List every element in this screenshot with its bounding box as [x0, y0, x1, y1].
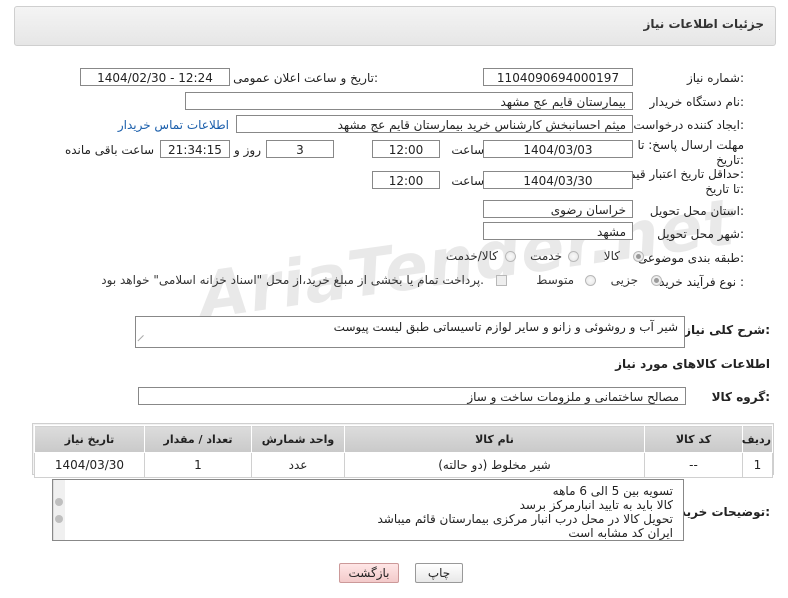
scroll-up-icon[interactable]	[55, 498, 63, 506]
validity-date-field[interactable]: 1404/03/30	[483, 171, 633, 189]
goods-table-frame: ردیف کد کالا نام کالا واحد شمارش تعداد /…	[32, 423, 774, 478]
cell-goods-name: شیر مخلوط (دو حالته)	[344, 452, 645, 478]
cell-quantity: 1	[144, 452, 252, 478]
need-number-label: شماره نیاز:	[686, 71, 744, 85]
creator-field[interactable]: میثم احسانبخش کارشناس خرید بیمارستان قای…	[236, 115, 633, 133]
validity-time-field[interactable]: 12:00	[372, 171, 440, 189]
col-goods-code: کد کالا	[644, 425, 743, 453]
category-label: طبقه بندی موضوعی:	[637, 251, 744, 265]
summary-text: شیر آب و روشوئی و زانو و سایر لوازم تاسی…	[333, 320, 678, 334]
note-line: کالا باید به تایید انبارمرکز برسد	[519, 498, 673, 512]
announce-field[interactable]: 1404/02/30 - 12:24	[80, 68, 230, 86]
need-number-field[interactable]: 1104090694000197	[483, 68, 633, 86]
category-option-service: خدمت	[530, 249, 562, 263]
validity-label-date: تا تاریخ:	[705, 182, 744, 196]
goods-table: ردیف کد کالا نام کالا واحد شمارش تعداد /…	[34, 425, 773, 478]
print-button[interactable]: چاپ	[415, 563, 463, 583]
summary-label: شرح کلی نیاز:	[684, 323, 770, 337]
category-radio-goods[interactable]	[633, 251, 644, 262]
province-field[interactable]: خراسان رضوی	[483, 200, 633, 218]
days-field[interactable]: 3	[266, 140, 334, 158]
cell-unit: عدد	[251, 452, 345, 478]
col-row-number: ردیف	[742, 425, 773, 453]
validity-time-label: ساعت	[451, 174, 484, 188]
goods-table-header: ردیف کد کالا نام کالا واحد شمارش تعداد /…	[34, 425, 773, 453]
cell-row-number: 1	[742, 452, 773, 478]
resize-handle-icon[interactable]	[137, 334, 150, 348]
category-radio-both[interactable]	[505, 251, 516, 262]
cell-need-date: 1404/03/30	[34, 452, 145, 478]
validity-label: حداقل تاریخ اعتبار قیمت:	[617, 167, 744, 181]
buyer-org-label: نام دستگاه خریدار:	[649, 95, 745, 109]
category-option-both: کالا/خدمت	[445, 249, 498, 263]
goods-section-title: اطلاعات کالاهای مورد نیاز	[615, 357, 770, 371]
category-radio-service[interactable]	[568, 251, 579, 262]
goods-group-label: گروه کالا:	[711, 390, 770, 404]
creator-label: ایجاد کننده درخواست:	[633, 118, 744, 132]
remaining-label: ساعت باقی مانده	[64, 143, 154, 157]
deadline-label: مهلت ارسال پاسخ: تا	[637, 138, 744, 152]
summary-textarea[interactable]: شیر آب و روشوئی و زانو و سایر لوازم تاسی…	[135, 316, 685, 348]
city-label: شهر محل تحویل:	[657, 227, 744, 241]
scroll-down-icon[interactable]	[55, 515, 63, 523]
back-button[interactable]: بازگشت	[339, 563, 399, 583]
col-goods-name: نام کالا	[344, 425, 645, 453]
buyer-org-field[interactable]: بیمارستان قایم عج مشهد	[185, 92, 633, 110]
province-label: استان محل تحویل:	[649, 204, 744, 218]
note-line: ایران کد مشابه است	[568, 526, 673, 540]
process-radio-minor[interactable]	[651, 275, 662, 286]
process-option-medium: متوسط	[536, 273, 574, 287]
days-label: روز و	[234, 143, 261, 157]
contact-info-link[interactable]: اطلاعات تماس خریدار	[118, 118, 229, 132]
process-radio-medium[interactable]	[585, 275, 596, 286]
remaining-time-field[interactable]: 21:34:15	[160, 140, 230, 158]
deadline-label-date: تاریخ:	[716, 153, 744, 167]
deadline-time-field[interactable]: 12:00	[372, 140, 440, 158]
goods-group-field[interactable]: مصالح ساختمانی و ملزومات ساخت و ساز	[138, 387, 686, 405]
process-label: نوع فرآیند خرید :	[659, 275, 744, 289]
col-unit: واحد شمارش	[251, 425, 345, 453]
notes-scrollbar[interactable]	[53, 480, 65, 540]
category-option-goods: کالا	[603, 249, 620, 263]
note-line: تحویل کالا در محل درب انبار مرکزی بیمارس…	[377, 512, 673, 526]
note-line: تسویه بین 5 الی 6 ماهه	[552, 484, 673, 498]
deadline-date-field[interactable]: 1404/03/03	[483, 140, 633, 158]
announce-label: تاریخ و ساعت اعلان عمومی:	[233, 71, 378, 85]
process-option-minor: جزیی	[610, 273, 638, 287]
table-row[interactable]: 1 -- شیر مخلوط (دو حالته) عدد 1 1404/03/…	[34, 452, 773, 478]
deadline-time-label: ساعت	[451, 143, 484, 157]
page-title: جزئیات اطلاعات نیاز	[643, 17, 764, 31]
treasury-payment-note: پرداخت تمام یا بخشی از مبلغ خرید،از محل …	[101, 273, 484, 287]
cell-goods-code: --	[644, 452, 743, 478]
city-field[interactable]: مشهد	[483, 222, 633, 240]
col-need-date: تاریخ نیاز	[34, 425, 145, 453]
treasury-payment-checkbox[interactable]	[496, 275, 507, 286]
buyer-notes-textarea[interactable]: تسویه بین 5 الی 6 ماهه کالا باید به تایی…	[52, 479, 684, 541]
col-quantity: تعداد / مقدار	[144, 425, 252, 453]
